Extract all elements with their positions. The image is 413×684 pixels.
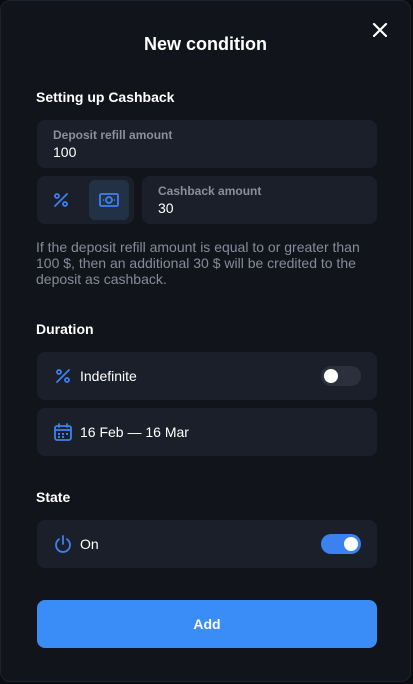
add-button[interactable]: Add [37, 600, 377, 648]
date-range-row[interactable]: 16 Feb — 16 Mar [37, 408, 377, 456]
deposit-refill-value[interactable]: 100 [53, 144, 76, 160]
cashback-amount-value[interactable]: 30 [158, 200, 174, 216]
indefinite-toggle[interactable] [321, 366, 361, 386]
close-icon[interactable] [370, 20, 390, 40]
state-row[interactable]: On [37, 520, 377, 568]
state-toggle[interactable] [321, 534, 361, 554]
new-condition-modal: New condition Setting up Cashback Deposi… [0, 0, 411, 682]
date-range-label: 16 Feb — 16 Mar [80, 424, 189, 440]
section-duration-label: Duration [36, 321, 94, 337]
section-cashback-label: Setting up Cashback [36, 89, 175, 105]
cashback-amount-field[interactable]: Cashback amount 30 [142, 176, 377, 224]
percent-icon [56, 369, 70, 383]
mode-toggle-group [37, 176, 134, 224]
money-mode-button[interactable] [89, 180, 129, 220]
calendar-icon [54, 423, 72, 441]
indefinite-row[interactable]: Indefinite [37, 352, 377, 400]
money-icon [99, 193, 119, 207]
percent-mode-button[interactable] [41, 180, 81, 220]
deposit-refill-field[interactable]: Deposit refill amount 100 [37, 120, 377, 168]
toggle-knob [344, 537, 358, 551]
deposit-refill-label: Deposit refill amount [53, 128, 173, 142]
toggle-knob [324, 369, 338, 383]
state-label: On [80, 536, 99, 552]
section-state-label: State [36, 489, 71, 505]
cashback-description: If the deposit refill amount is equal to… [36, 239, 360, 287]
percent-icon [54, 193, 68, 207]
power-icon [55, 535, 71, 553]
modal-title: New condition [144, 34, 267, 54]
cashback-amount-label: Cashback amount [158, 184, 262, 198]
indefinite-label: Indefinite [80, 368, 137, 384]
